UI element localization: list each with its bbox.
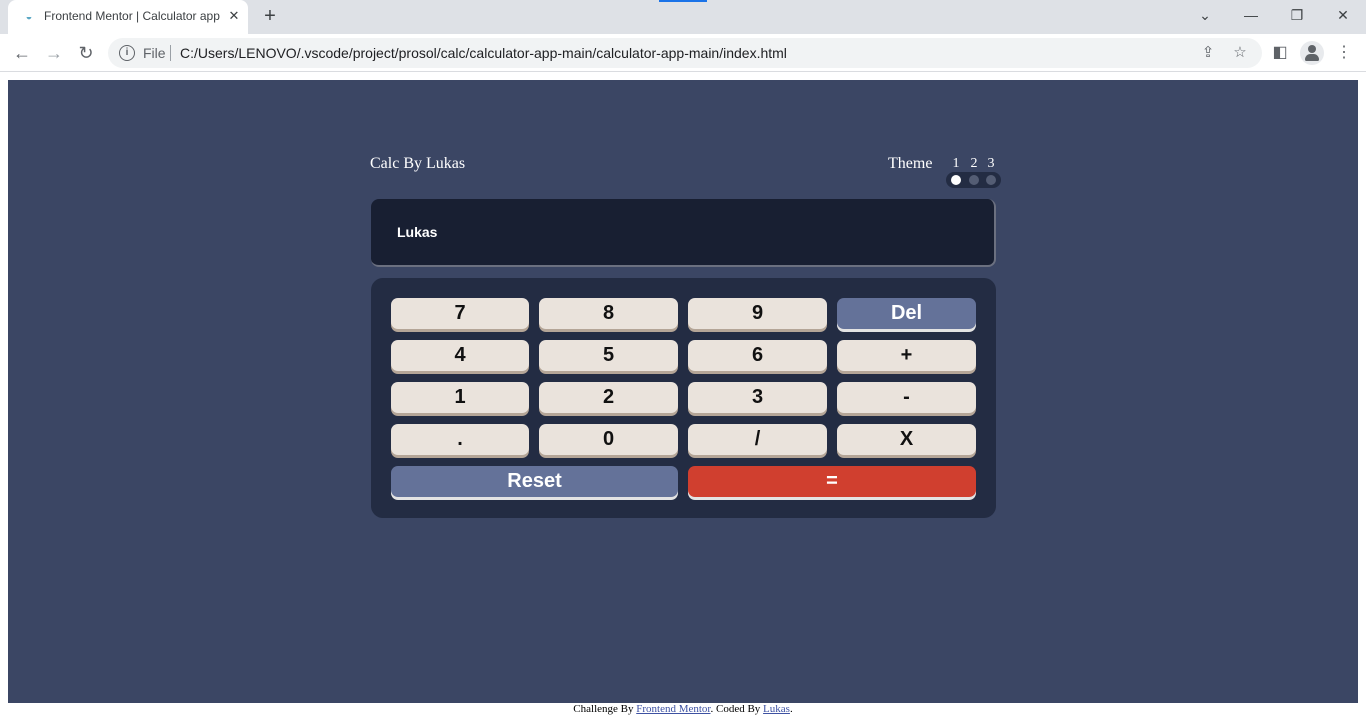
frontend-mentor-link[interactable]: Frontend Mentor (636, 703, 710, 715)
equals-button[interactable]: = (688, 466, 976, 497)
browser-tab-bar: ◒ Frontend Mentor | Calculator app ✕ + ⌄… (0, 0, 1366, 34)
theme-toggle-dot-2[interactable] (969, 175, 979, 185)
star-icon[interactable]: ☆ (1229, 42, 1251, 64)
display-value: Lukas (397, 224, 438, 240)
theme-option-2-label: 2 (970, 156, 978, 171)
minimize-icon[interactable]: — (1228, 0, 1274, 30)
url-text[interactable]: C:/Users/LENOVO/.vscode/project/prosol/c… (180, 45, 787, 61)
decimal-button[interactable]: . (391, 424, 529, 455)
multiply-button[interactable]: X (837, 424, 976, 455)
key-4[interactable]: 4 (391, 340, 529, 371)
restore-icon[interactable]: ❐ (1274, 0, 1320, 30)
key-7[interactable]: 7 (391, 298, 529, 329)
new-tab-button[interactable]: + (258, 5, 282, 29)
share-icon[interactable]: ⇪ (1197, 42, 1219, 64)
theme-toggle-dot-1[interactable] (951, 175, 961, 185)
close-tab-icon[interactable]: ✕ (226, 8, 242, 24)
tab-strip-indicator (659, 0, 707, 2)
theme-label: Theme (888, 155, 933, 172)
back-button[interactable]: ← (8, 39, 36, 67)
key-2[interactable]: 2 (539, 382, 678, 413)
url-scheme-label: File (143, 45, 166, 61)
calculator-display: Lukas (371, 199, 996, 267)
delete-button[interactable]: Del (837, 298, 976, 329)
attribution-footer: Challenge By Frontend Mentor. Coded By L… (0, 703, 1366, 717)
address-separator (170, 45, 171, 61)
theme-toggle-dot-3[interactable] (986, 175, 996, 185)
browser-tab[interactable]: ◒ Frontend Mentor | Calculator app ✕ (8, 0, 248, 34)
forward-button[interactable]: → (40, 39, 68, 67)
favicon-icon: ◒ (25, 11, 33, 23)
kebab-menu-icon[interactable]: ⋮ (1330, 39, 1358, 67)
footer-suffix: . (789, 703, 793, 715)
info-icon[interactable]: i (119, 45, 135, 61)
address-bar[interactable]: i File C:/Users/LENOVO/.vscode/project/p… (108, 38, 1262, 68)
minus-button[interactable]: - (837, 382, 976, 413)
theme-option-1-label: 1 (952, 156, 960, 171)
profile-icon[interactable] (1300, 41, 1324, 65)
key-3[interactable]: 3 (688, 382, 827, 413)
footer-prefix: Challenge By (573, 703, 637, 715)
footer-middle: . Coded By (710, 703, 764, 715)
key-9[interactable]: 9 (688, 298, 827, 329)
side-panel-icon[interactable]: ◧ (1266, 39, 1294, 67)
tab-search-icon[interactable]: ⌄ (1182, 0, 1228, 30)
app-title: Calc By Lukas (370, 155, 466, 172)
key-6[interactable]: 6 (688, 340, 827, 371)
theme-toggle[interactable] (946, 172, 1001, 188)
tab-title: Frontend Mentor | Calculator app (44, 9, 220, 23)
plus-button[interactable]: + (837, 340, 976, 371)
reload-button[interactable]: ↻ (72, 39, 100, 67)
reset-button[interactable]: Reset (391, 466, 678, 497)
divide-button[interactable]: / (688, 424, 827, 455)
close-window-icon[interactable]: ✕ (1320, 0, 1366, 30)
keypad: 7 8 9 Del 4 5 6 + 1 2 3 - . 0 / X Reset … (371, 278, 996, 518)
browser-toolbar: ← → ↻ i File C:/Users/LENOVO/.vscode/pro… (0, 34, 1366, 72)
key-8[interactable]: 8 (539, 298, 678, 329)
key-0[interactable]: 0 (539, 424, 678, 455)
author-link[interactable]: Lukas (763, 703, 790, 715)
key-1[interactable]: 1 (391, 382, 529, 413)
page-background: Calc By Lukas Theme 1 2 3 Lukas 7 8 9 De… (8, 80, 1358, 703)
key-5[interactable]: 5 (539, 340, 678, 371)
theme-option-3-label: 3 (987, 156, 995, 171)
